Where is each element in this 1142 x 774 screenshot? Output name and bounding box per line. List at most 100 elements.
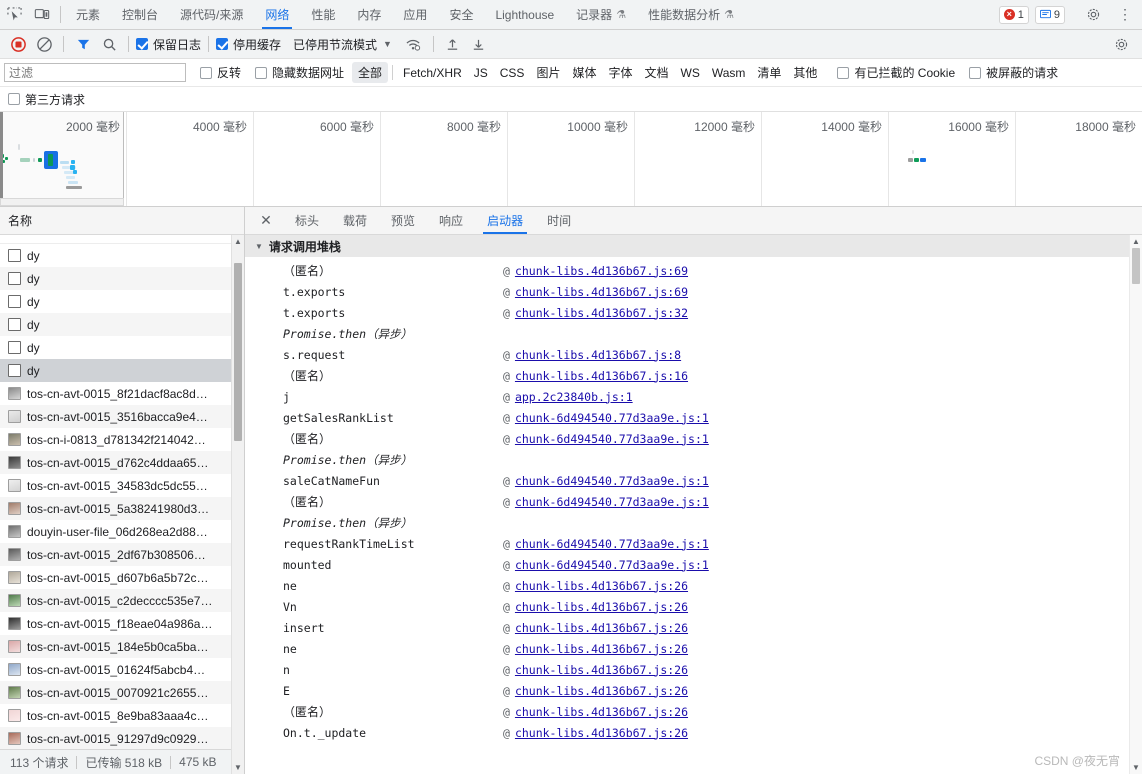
import-har-icon[interactable]: [441, 33, 465, 55]
preserve-log-checkbox[interactable]: 保留日志: [136, 36, 201, 53]
request-row[interactable]: tos-cn-avt-0015_2df67b308506…: [0, 543, 244, 566]
request-row[interactable]: dy: [0, 359, 244, 382]
error-count-badge[interactable]: × 1: [998, 5, 1029, 24]
source-link[interactable]: chunk-6d494540.77d3aa9e.js:1: [515, 474, 709, 488]
source-link[interactable]: chunk-6d494540.77d3aa9e.js:1: [515, 411, 709, 425]
tab-recorder[interactable]: 记录器 ⚗: [565, 0, 637, 29]
request-row[interactable]: dy: [0, 290, 244, 313]
invert-checkbox[interactable]: 反转: [200, 64, 241, 81]
record-stop-icon[interactable]: [6, 33, 30, 55]
source-link[interactable]: chunk-libs.4d136b67.js:69: [515, 264, 688, 278]
request-row[interactable]: douyin-user-file_06d268ea2d88…: [0, 520, 244, 543]
type-filter-manifest[interactable]: 清单: [751, 62, 787, 83]
tab-initiator[interactable]: 启动器: [475, 207, 535, 234]
tab-response[interactable]: 响应: [427, 207, 475, 234]
blocked-cookies-checkbox[interactable]: 有已拦截的 Cookie: [837, 64, 955, 81]
source-link[interactable]: chunk-libs.4d136b67.js:26: [515, 642, 688, 656]
overview-selection-window[interactable]: [0, 112, 124, 206]
type-filter-fetch-xhr[interactable]: Fetch/XHR: [397, 64, 468, 82]
request-row[interactable]: tos-cn-avt-0015_c2decccc535e7…: [0, 589, 244, 612]
disable-cache-checkbox[interactable]: 停用缓存: [216, 36, 281, 53]
source-link[interactable]: chunk-libs.4d136b67.js:26: [515, 726, 688, 740]
tab-network[interactable]: 网络: [254, 0, 300, 29]
tab-lighthouse[interactable]: Lighthouse: [484, 0, 565, 29]
tab-performance[interactable]: 性能: [300, 0, 346, 29]
source-link[interactable]: chunk-libs.4d136b67.js:26: [515, 621, 688, 635]
source-link[interactable]: chunk-libs.4d136b67.js:69: [515, 285, 688, 299]
close-icon[interactable]: ✕: [249, 207, 283, 234]
device-toolbar-icon[interactable]: [28, 0, 56, 29]
scroll-up-arrow-icon[interactable]: ▲: [232, 235, 244, 248]
kebab-menu-icon[interactable]: ⋮: [1114, 6, 1136, 23]
source-link[interactable]: chunk-libs.4d136b67.js:26: [515, 684, 688, 698]
request-row[interactable]: dy: [0, 244, 244, 267]
request-row[interactable]: tos-cn-avt-0015_01624f5abcb4…: [0, 658, 244, 681]
export-har-icon[interactable]: [467, 33, 491, 55]
gear-icon[interactable]: [1086, 7, 1108, 22]
network-conditions-icon[interactable]: [402, 33, 426, 55]
detail-scrollbar[interactable]: ▲ ▼: [1129, 235, 1142, 774]
source-link[interactable]: chunk-libs.4d136b67.js:8: [515, 348, 681, 362]
request-row[interactable]: dy: [0, 267, 244, 290]
request-row[interactable]: tos-cn-avt-0015_8f21dacf8ac8d…: [0, 382, 244, 405]
tab-sources[interactable]: 源代码/来源: [169, 0, 254, 29]
type-filter-css[interactable]: CSS: [494, 64, 531, 82]
tab-payload[interactable]: 载荷: [331, 207, 379, 234]
request-row[interactable]: dy: [0, 336, 244, 359]
type-filter-img[interactable]: 图片: [530, 62, 566, 83]
source-link[interactable]: chunk-libs.4d136b67.js:26: [515, 663, 688, 677]
filter-input[interactable]: [4, 63, 186, 82]
type-filter-all[interactable]: 全部: [352, 62, 389, 83]
filter-funnel-icon[interactable]: [71, 33, 95, 55]
request-call-stack-header[interactable]: ▼ 请求调用堆栈: [245, 235, 1142, 257]
tab-elements[interactable]: 元素: [65, 0, 111, 29]
tab-security[interactable]: 安全: [438, 0, 484, 29]
source-link[interactable]: chunk-6d494540.77d3aa9e.js:1: [515, 558, 709, 572]
request-row[interactable]: dy: [0, 313, 244, 336]
inspect-cursor-icon[interactable]: [0, 0, 28, 29]
search-magnifier-icon[interactable]: [97, 33, 121, 55]
tab-memory[interactable]: 内存: [346, 0, 392, 29]
type-filter-ws[interactable]: WS: [675, 64, 706, 82]
request-list-header[interactable]: 名称: [0, 207, 244, 235]
source-link[interactable]: chunk-libs.4d136b67.js:26: [515, 579, 688, 593]
scroll-down-arrow-icon[interactable]: ▼: [1130, 761, 1142, 774]
clear-slash-icon[interactable]: [32, 33, 56, 55]
network-settings-gear-icon[interactable]: [1114, 37, 1136, 52]
request-row[interactable]: tos-cn-avt-0015_0070921c2655…: [0, 681, 244, 704]
source-link[interactable]: chunk-6d494540.77d3aa9e.js:1: [515, 495, 709, 509]
request-row[interactable]: tos-cn-i-0813_d781342f214042…: [0, 428, 244, 451]
tab-console[interactable]: 控制台: [111, 0, 169, 29]
source-link[interactable]: chunk-libs.4d136b67.js:26: [515, 705, 688, 719]
type-filter-media[interactable]: 媒体: [566, 62, 602, 83]
network-overview-timeline[interactable]: 2000 毫秒 4000 毫秒 6000 毫秒 8000 毫秒 10000 毫秒…: [0, 112, 1142, 207]
source-link[interactable]: app.2c23840b.js:1: [515, 390, 633, 404]
scroll-up-arrow-icon[interactable]: ▲: [1130, 235, 1142, 248]
type-filter-js[interactable]: JS: [468, 64, 494, 82]
source-link[interactable]: chunk-6d494540.77d3aa9e.js:1: [515, 537, 709, 551]
source-link[interactable]: chunk-libs.4d136b67.js:32: [515, 306, 688, 320]
blocked-requests-checkbox[interactable]: 被屏蔽的请求: [969, 64, 1058, 81]
request-row[interactable]: tos-cn-avt-0015_d607b6a5b72c…: [0, 566, 244, 589]
type-filter-font[interactable]: 字体: [602, 62, 638, 83]
source-link[interactable]: chunk-libs.4d136b67.js:26: [515, 600, 688, 614]
type-filter-other[interactable]: 其他: [787, 62, 823, 83]
request-row[interactable]: tos-cn-avt-0015_91297d9c0929…: [0, 727, 244, 749]
request-row[interactable]: tos-cn-avt-0015_8e9ba83aaa4c…: [0, 704, 244, 727]
source-link[interactable]: chunk-6d494540.77d3aa9e.js:1: [515, 432, 709, 446]
request-row[interactable]: tos-cn-avt-0015_34583dc5dc55…: [0, 474, 244, 497]
hide-data-urls-checkbox[interactable]: 隐藏数据网址: [255, 64, 344, 81]
type-filter-wasm[interactable]: Wasm: [706, 64, 752, 82]
request-list-scrollbar[interactable]: ▲ ▼: [231, 235, 244, 774]
tab-headers[interactable]: 标头: [283, 207, 331, 234]
request-row[interactable]: tos-cn-avt-0015_3516bacca9e4…: [0, 405, 244, 428]
scroll-down-arrow-icon[interactable]: ▼: [232, 761, 244, 774]
tab-timing[interactable]: 时间: [535, 207, 583, 234]
scrollbar-thumb[interactable]: [234, 263, 242, 441]
request-row[interactable]: tos-cn-avt-0015_f18eae04a986a…: [0, 612, 244, 635]
type-filter-doc[interactable]: 文档: [638, 62, 674, 83]
warning-count-badge[interactable]: 9: [1034, 5, 1065, 24]
overview-scrollbar[interactable]: [0, 198, 124, 206]
tab-preview[interactable]: 预览: [379, 207, 427, 234]
request-row[interactable]: tos-cn-avt-0015_184e5b0ca5ba…: [0, 635, 244, 658]
